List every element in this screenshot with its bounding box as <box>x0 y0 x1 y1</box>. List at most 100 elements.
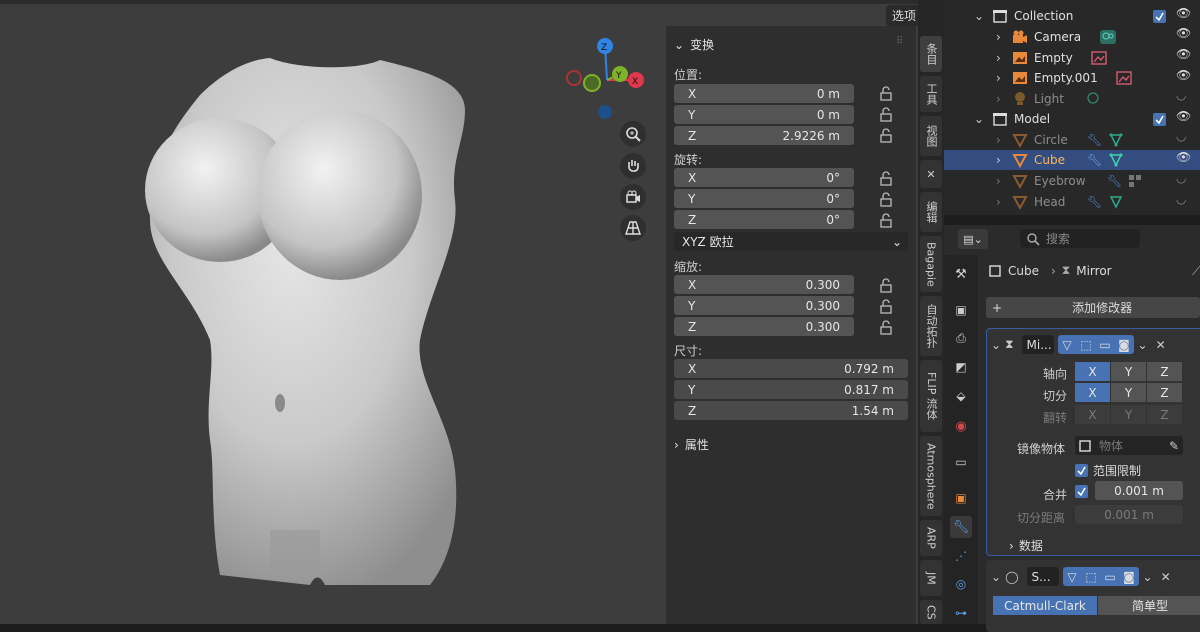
catmull-clark-toggle[interactable]: Catmull-Clark <box>993 596 1097 615</box>
merge-distance-field[interactable]: 0.001 m <box>1095 481 1183 500</box>
tab-modifiers[interactable]: 🔧︎ <box>950 516 972 538</box>
transform-section-header[interactable]: ⌄ 变换 <box>674 36 714 53</box>
rotation-z-field[interactable]: Z 0° <box>674 210 854 229</box>
chevron-down-icon[interactable]: ⌄ <box>1143 570 1153 584</box>
properties-section-header[interactable]: › 属性 <box>674 436 709 453</box>
pan-hand-icon[interactable] <box>620 153 646 179</box>
outliner-row-light[interactable]: › Light <box>944 89 1200 109</box>
tab-view[interactable]: 视图 <box>920 116 942 156</box>
eye-closed-icon[interactable]: ◡ <box>1176 192 1200 213</box>
eye-closed-icon[interactable]: ◡ <box>1176 88 1200 109</box>
tab-arp[interactable]: ARP <box>920 520 942 556</box>
outliner-row-circle[interactable]: › Circle 🔧︎ <box>944 130 1200 150</box>
navigation-gizmo[interactable]: Z X Y <box>562 38 652 123</box>
outliner-row-eyebrow[interactable]: › Eyebrow 🔧︎ <box>944 171 1200 191</box>
dimension-y-field[interactable]: Y 0.817 m <box>674 380 908 399</box>
add-modifier-button[interactable]: + 添加修改器 <box>986 297 1200 318</box>
outliner-row-empty[interactable]: › Empty <box>944 48 1200 68</box>
outliner-row-camera[interactable]: › Camera <box>944 27 1200 47</box>
location-z-field[interactable]: Z 2.9226 m <box>674 126 854 145</box>
eye-icon[interactable]: 👁︎ <box>1176 109 1200 129</box>
rotation-mode-dropdown[interactable]: XYZ 欧拉 ⌄ <box>674 232 908 251</box>
cage-icon[interactable]: ⬚ <box>1082 567 1101 586</box>
viewport-display-icon[interactable]: ▭ <box>1096 335 1115 354</box>
simple-toggle[interactable]: 简单型 <box>1098 596 1200 615</box>
close-icon[interactable]: ✕ <box>1156 338 1166 352</box>
viewport-display-icon[interactable]: ▭ <box>1101 567 1120 586</box>
data-subpanel-header[interactable]: › 数据 <box>1009 537 1043 554</box>
unlock-icon[interactable] <box>878 278 894 294</box>
chevron-down-icon[interactable]: ⌄ <box>1138 338 1148 352</box>
tab-extra[interactable]: ✕ <box>920 160 942 188</box>
cage-icon[interactable]: ⬚ <box>1077 335 1096 354</box>
flip-x-toggle[interactable]: X <box>1075 405 1110 424</box>
unlock-icon[interactable] <box>878 320 894 336</box>
merge-checkbox[interactable] <box>1075 485 1088 498</box>
tab-item[interactable]: 条目 <box>920 36 942 72</box>
tab-view-layer[interactable]: ◩ <box>950 356 972 378</box>
tab-physics[interactable]: ◎ <box>950 573 972 595</box>
eye-icon[interactable]: 👁︎ <box>1176 26 1200 47</box>
dimension-z-field[interactable]: Z 1.54 m <box>674 401 908 420</box>
perspective-grid-icon[interactable] <box>620 215 646 241</box>
location-x-field[interactable]: X 0 m <box>674 84 854 103</box>
tab-particles[interactable]: ⋰ <box>950 545 972 567</box>
edit-mode-icon[interactable]: ▽ <box>1063 567 1082 586</box>
unlock-icon[interactable] <box>878 86 894 102</box>
eye-icon[interactable]: 👁︎ <box>1176 6 1200 26</box>
chevron-down-icon[interactable]: ⌄ <box>991 338 1001 352</box>
unlock-icon[interactable] <box>878 171 894 187</box>
outliner-row-model[interactable]: ⌄ Model <box>944 109 1200 129</box>
tab-tool-settings[interactable]: ⚒ <box>950 263 972 285</box>
axis-z-toggle[interactable]: Z <box>1147 362 1182 381</box>
render-camera-icon[interactable]: ◙ <box>1120 567 1139 586</box>
mirror-object-field[interactable]: 物体 ✎ <box>1075 436 1183 455</box>
tab-cs[interactable]: CS <box>920 600 942 624</box>
camera-view-icon[interactable] <box>620 184 646 210</box>
tab-jm[interactable]: JM <box>920 560 942 596</box>
render-camera-icon[interactable]: ◙ <box>1115 335 1134 354</box>
chevron-down-icon[interactable]: ⌄ <box>991 570 1001 584</box>
unlock-icon[interactable] <box>878 213 894 229</box>
tab-object[interactable]: ▣ <box>950 487 972 509</box>
checkbox-icon[interactable] <box>1153 112 1166 126</box>
bisect-distance-field[interactable]: 0.001 m <box>1075 505 1183 524</box>
dimension-x-field[interactable]: X 0.792 m <box>674 359 908 378</box>
axis-y-toggle[interactable]: Y <box>1111 362 1146 381</box>
flip-z-toggle[interactable]: Z <box>1147 405 1182 424</box>
unlock-icon[interactable] <box>878 192 894 208</box>
tab-world[interactable]: ◉ <box>950 415 972 437</box>
scale-x-field[interactable]: X 0.300 <box>674 275 854 294</box>
unlock-icon[interactable] <box>878 128 894 144</box>
scale-y-field[interactable]: Y 0.300 <box>674 296 854 315</box>
close-icon[interactable]: ✕ <box>1161 570 1171 584</box>
checkbox-icon[interactable] <box>1153 9 1166 23</box>
location-y-field[interactable]: Y 0 m <box>674 105 854 124</box>
eye-icon[interactable]: 👁︎ <box>1176 68 1200 88</box>
tab-scene[interactable]: ⬙ <box>950 385 972 407</box>
tab-auto-retopo[interactable]: 自动拓扑 <box>920 296 942 356</box>
outliner-row-empty-001[interactable]: › Empty.001 <box>944 68 1200 88</box>
eye-icon[interactable]: 👁︎ <box>1176 47 1200 68</box>
bisect-y-toggle[interactable]: Y <box>1111 383 1146 402</box>
options-dropdown[interactable]: 选项 ⌄ <box>886 5 918 26</box>
modifier-name-field[interactable]: Mi... <box>1021 335 1054 354</box>
outliner-row-collection[interactable]: ⌄ Collection <box>944 6 1200 26</box>
zoom-icon[interactable] <box>620 121 646 147</box>
eye-closed-icon[interactable]: ◡ <box>1176 129 1200 150</box>
bisect-x-toggle[interactable]: X <box>1075 383 1110 402</box>
torso-model-render[interactable] <box>130 40 480 600</box>
outliner-row-cube[interactable]: › Cube 🔧︎ <box>944 150 1200 170</box>
tab-atmosphere[interactable]: Atmosphere <box>920 436 942 516</box>
tab-constraints[interactable]: ⊶ <box>950 602 972 624</box>
unlock-icon[interactable] <box>878 107 894 123</box>
tab-edit[interactable]: 编辑 <box>920 192 942 232</box>
modifier-name-field[interactable]: S... <box>1026 567 1059 586</box>
clipping-checkbox[interactable]: 范围限制 <box>1075 462 1141 479</box>
tab-tool[interactable]: 工具 <box>920 76 942 112</box>
tab-flip-fluids[interactable]: FLIP 流体 <box>920 360 942 432</box>
tab-render[interactable]: ▣ <box>950 299 972 321</box>
edit-mode-icon[interactable]: ▽ <box>1058 335 1077 354</box>
editor-type-dropdown[interactable]: ▤⌄ <box>958 229 988 249</box>
drag-handle-icon[interactable]: ⠿ <box>896 36 903 47</box>
